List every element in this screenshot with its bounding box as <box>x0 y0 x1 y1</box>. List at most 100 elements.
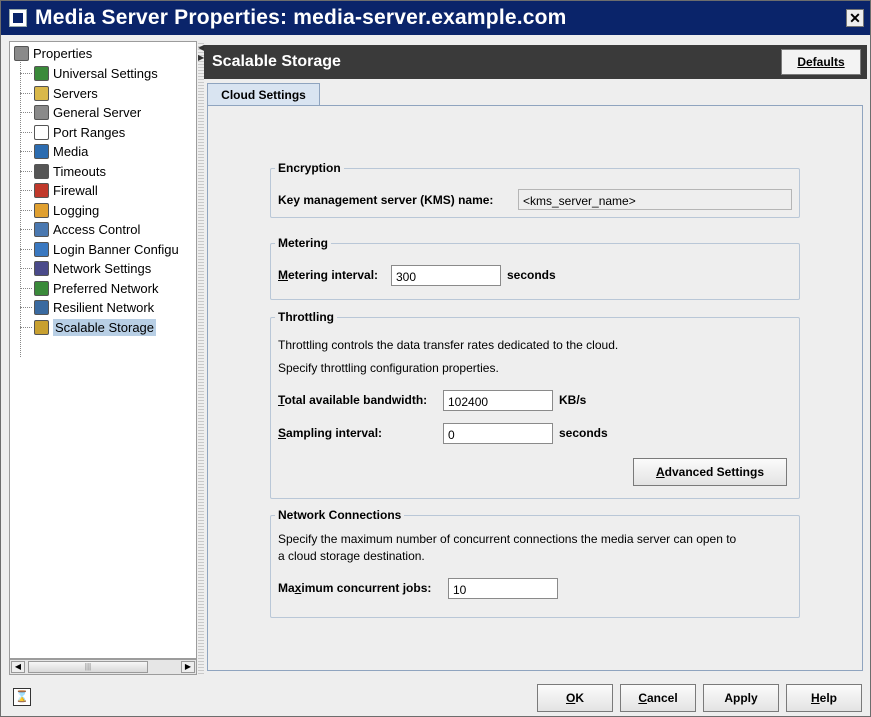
tab-cloud-settings[interactable]: Cloud Settings <box>207 83 320 105</box>
tree-item[interactable]: Firewall <box>20 181 98 200</box>
tree-item[interactable]: Network Settings <box>20 259 151 278</box>
network-connections-group-title: Network Connections <box>275 508 405 522</box>
panel-title: Scalable Storage <box>212 53 341 70</box>
network-connections-group: Network Connections Specify the maximum … <box>270 508 800 618</box>
tree-root[interactable]: Properties <box>14 46 92 61</box>
tree-root-label: Properties <box>33 46 93 61</box>
tree-item[interactable]: Timeouts <box>20 162 106 181</box>
tree-connector <box>20 131 32 133</box>
tree-connector <box>20 229 32 230</box>
network-description-line1: Specify the maximum number of concurrent… <box>278 532 737 546</box>
tree-item[interactable]: Resilient Network <box>20 298 154 317</box>
tree-item[interactable]: Access Control <box>20 220 140 239</box>
server-icon <box>34 85 49 101</box>
hourglass-icon: ⌛ <box>13 688 31 706</box>
close-button[interactable]: ✕ <box>846 9 864 27</box>
tree-item[interactable]: Login Banner Configu <box>20 240 179 259</box>
metering-group: Metering Metering interval: 300 seconds <box>270 236 800 300</box>
tree-connector <box>20 307 32 308</box>
media-icon <box>34 144 49 159</box>
tree-item-label: Firewall <box>53 183 98 198</box>
tree-connector <box>20 112 32 113</box>
port-icon <box>34 124 49 140</box>
advanced-settings-label: dvanced Settings <box>664 465 765 479</box>
cancel-button[interactable]: Cancel <box>620 684 696 712</box>
tree-item[interactable]: Servers <box>20 84 98 103</box>
resilient-network-icon <box>34 300 49 315</box>
properties-tree: Properties Universal Settings Servers Gene… <box>9 41 197 659</box>
network-icon <box>34 261 49 276</box>
throttling-group: Throttling Throttling controls the data … <box>270 310 800 499</box>
ok-label: OK <box>565 691 584 705</box>
sampling-interval-field[interactable]: 0 <box>443 423 553 444</box>
scroll-right-icon[interactable]: ▶ <box>181 661 195 673</box>
tree-item-label: Scalable Storage <box>53 318 157 336</box>
tree-item[interactable]: Port Ranges <box>20 123 125 142</box>
advanced-settings-button[interactable]: Advanced Settings <box>633 458 787 486</box>
tree-connector <box>20 151 32 152</box>
cloud-settings-pane: Encryption Key management server (KMS) n… <box>207 105 863 671</box>
tree-item[interactable]: Preferred Network <box>20 279 158 298</box>
encryption-group: Encryption Key management server (KMS) n… <box>270 161 800 218</box>
tree-item[interactable]: General Server <box>20 103 141 122</box>
split-pane-divider[interactable]: ◀ ▶ <box>198 41 204 675</box>
storage-icon <box>34 319 49 335</box>
scroll-left-icon[interactable]: ◀ <box>11 661 25 673</box>
tree-connector <box>20 326 32 328</box>
tree-connector <box>20 248 32 250</box>
kms-name-label: Key management server (KMS) name: <box>278 193 494 207</box>
tree-item-label: Media <box>53 144 89 159</box>
access-icon <box>34 222 49 237</box>
clock-icon <box>34 163 49 179</box>
tree-connector <box>20 190 32 191</box>
properties-window: Media Server Properties: media-server.ex… <box>0 0 871 717</box>
max-concurrent-jobs-label: Maximum concurrent jobs: <box>278 581 431 595</box>
tree-item-label: Access Control <box>53 222 141 237</box>
defaults-button[interactable]: Defaults <box>781 49 861 75</box>
cancel-label: Cancel <box>638 691 678 705</box>
tree-item-label: Logging <box>53 202 100 218</box>
tree-item[interactable]: Scalable Storage <box>20 318 157 337</box>
window-icon <box>9 9 27 27</box>
tree-horizontal-scrollbar[interactable]: ◀ ||| ▶ <box>9 659 197 675</box>
tree-connector <box>20 92 32 94</box>
kms-name-field[interactable]: <kms_server_name> <box>518 189 792 210</box>
title-bar[interactable]: Media Server Properties: media-server.ex… <box>1 1 870 35</box>
throttling-group-title: Throttling <box>275 310 337 324</box>
network-description-line2: a cloud storage destination. <box>278 549 425 563</box>
help-label: Help <box>810 691 837 705</box>
scroll-thumb[interactable]: ||| <box>28 661 148 673</box>
tree-item[interactable]: Media <box>20 142 88 161</box>
tree-item-label: Preferred Network <box>53 280 159 296</box>
metering-group-title: Metering <box>275 236 332 250</box>
sampling-interval-label-text: ampling interval: <box>286 426 383 440</box>
panel-header: Scalable Storage Defaults <box>204 45 867 79</box>
tree-item[interactable]: Universal Settings <box>20 64 158 83</box>
bandwidth-field[interactable]: 102400 <box>443 390 553 411</box>
tree-item-label: Universal Settings <box>53 66 158 81</box>
window-title: Media Server Properties: media-server.ex… <box>35 6 567 29</box>
apply-button[interactable]: Apply <box>703 684 779 712</box>
ok-button[interactable]: OK <box>537 684 613 712</box>
tree-item[interactable]: Logging <box>20 201 99 220</box>
tree-item-label: General Server <box>53 105 142 120</box>
bandwidth-label: Total available bandwidth: <box>278 393 428 407</box>
max-concurrent-jobs-field[interactable]: 10 <box>448 578 558 599</box>
tree-item-label: Network Settings <box>53 261 152 276</box>
tree-connector <box>20 209 32 211</box>
encryption-group-title: Encryption <box>275 161 344 175</box>
help-button[interactable]: Help <box>786 684 862 712</box>
sampling-unit: seconds <box>559 426 608 440</box>
tree-connector <box>20 287 32 289</box>
tree-item-label: Port Ranges <box>53 124 126 140</box>
bandwidth-unit: KB/s <box>559 393 587 407</box>
tree-connector <box>20 73 32 74</box>
metering-unit: seconds <box>507 268 556 282</box>
preferred-network-icon <box>34 280 49 296</box>
bandwidth-label-text: otal available bandwidth: <box>284 393 428 407</box>
properties-icon <box>14 46 29 61</box>
tree-connector <box>20 268 32 269</box>
log-icon <box>34 202 49 218</box>
tree-item-label: Login Banner Configu <box>53 241 179 257</box>
metering-interval-field[interactable]: 300 <box>391 265 501 286</box>
